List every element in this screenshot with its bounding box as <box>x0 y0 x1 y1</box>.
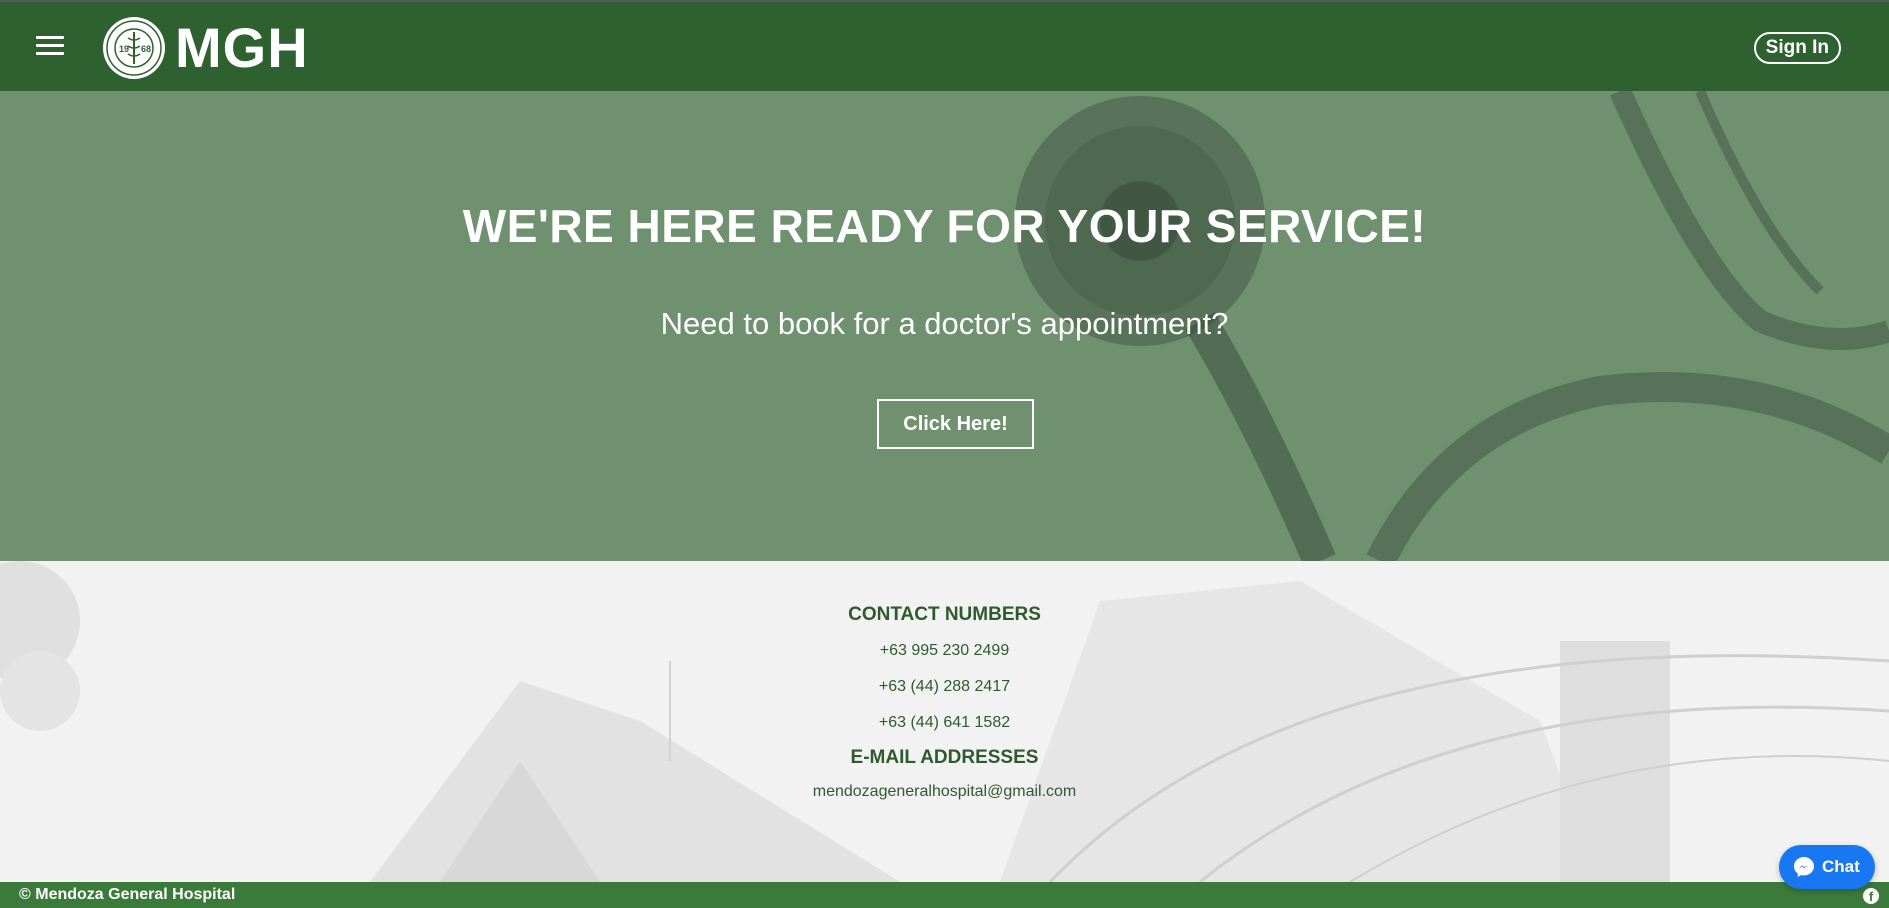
contact-numbers-heading: CONTACT NUMBERS <box>848 604 1041 625</box>
contact-section: CONTACT NUMBERS +63 995 230 2499 +63 (44… <box>0 561 1889 882</box>
svg-text:19: 19 <box>119 44 129 54</box>
svg-text:68: 68 <box>141 44 151 54</box>
hamburger-menu-icon[interactable] <box>36 36 64 58</box>
email-addresses-heading: E-MAIL ADDRESSES <box>850 747 1039 768</box>
chat-label: Chat <box>1822 857 1860 876</box>
contact-number[interactable]: +63 995 230 2499 <box>0 642 1889 660</box>
messenger-icon <box>1794 857 1814 877</box>
facebook-icon[interactable]: f <box>1863 888 1879 904</box>
hero-banner: WE'RE HERE READY FOR YOUR SERVICE! Need … <box>0 91 1889 561</box>
brand-name[interactable]: MGH <box>175 16 309 80</box>
hero-title: WE'RE HERE READY FOR YOUR SERVICE! <box>462 200 1427 252</box>
sign-in-button[interactable]: Sign In <box>1753 32 1841 64</box>
contact-number[interactable]: +63 (44) 641 1582 <box>0 714 1889 732</box>
footer: © Mendoza General Hospital f <box>0 882 1889 908</box>
messenger-chat-button[interactable]: Chat <box>1779 845 1875 889</box>
copyright-text: © Mendoza General Hospital <box>19 886 236 903</box>
email-address[interactable]: mendozageneralhospital@gmail.com <box>0 783 1889 801</box>
book-appointment-button[interactable]: Click Here! <box>877 399 1034 449</box>
contact-number[interactable]: +63 (44) 288 2417 <box>0 678 1889 696</box>
hospital-seal-logo[interactable]: 19 68 <box>102 16 166 80</box>
top-navbar: 19 68 MGH Sign In <box>0 0 1889 91</box>
hero-subtitle: Need to book for a doctor's appointment? <box>660 306 1229 341</box>
